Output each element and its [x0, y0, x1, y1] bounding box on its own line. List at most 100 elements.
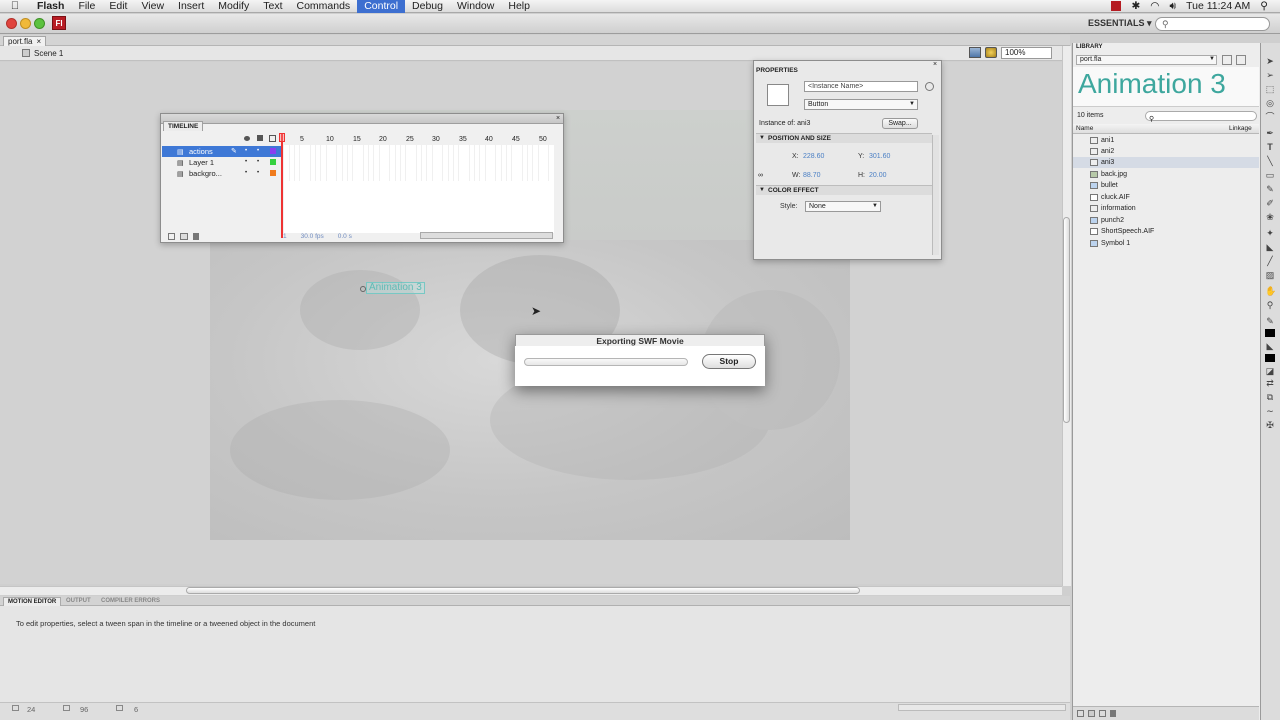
library-item[interactable]: ShortSpeech.AIF — [1073, 226, 1259, 237]
stop-button[interactable]: Stop — [702, 354, 756, 369]
visibility-dot[interactable]: • — [245, 159, 247, 165]
lock-dot[interactable]: • — [257, 159, 259, 165]
close-icon[interactable]: × — [36, 37, 41, 46]
library-search-input[interactable]: ⚲ — [1145, 111, 1257, 123]
lock-dot[interactable]: • — [257, 148, 259, 154]
close-window-button[interactable] — [6, 18, 17, 29]
fill-color-swatch[interactable] — [1265, 354, 1275, 362]
menu-app[interactable]: Flash — [30, 0, 71, 13]
y-value[interactable]: 301.60 — [869, 153, 890, 160]
instance-name-field[interactable]: <Instance Name> — [804, 81, 918, 92]
menu-text[interactable]: Text — [256, 0, 289, 13]
edit-scene-icon[interactable] — [969, 47, 981, 58]
rectangle-tool-icon[interactable]: ▭ — [1265, 170, 1275, 180]
stage[interactable] — [210, 240, 850, 540]
document-tab[interactable]: port.fla × — [3, 36, 47, 46]
timeline-scrollbar[interactable] — [420, 232, 553, 239]
eraser-tool-icon[interactable]: ▨ — [1265, 270, 1275, 280]
text-tool-icon[interactable]: T — [1265, 142, 1275, 152]
help-icon[interactable] — [925, 82, 934, 91]
deco-tool-icon[interactable]: ❀ — [1265, 212, 1275, 222]
library-item[interactable]: bullet — [1073, 180, 1259, 191]
eyedropper-tool-icon[interactable]: ╱ — [1265, 256, 1275, 266]
properties-scrollbar[interactable] — [932, 135, 939, 255]
tab-compiler-errors[interactable]: COMPILER ERRORS — [97, 597, 164, 606]
visibility-dot[interactable]: • — [245, 170, 247, 176]
zoom-tool-icon[interactable]: ⚲ — [1265, 300, 1275, 310]
tab-output[interactable]: OUTPUT — [62, 597, 95, 606]
w-value[interactable]: 88.70 — [803, 172, 821, 179]
stroke-color-icon[interactable]: ✎ — [1265, 316, 1275, 326]
stroke-color-swatch[interactable] — [1265, 329, 1275, 337]
properties-title[interactable]: PROPERTIES — [756, 67, 798, 74]
lock-layers-icon[interactable] — [257, 135, 263, 141]
library-item[interactable]: ani3 — [1073, 157, 1259, 168]
apple-menu-icon[interactable]:  — [0, 0, 30, 12]
new-folder-icon[interactable] — [1088, 710, 1095, 717]
expanded-graph-size-value[interactable]: 96 — [80, 705, 88, 714]
frame-rate[interactable]: 30.0 fps — [301, 233, 324, 240]
black-white-icon[interactable]: ◪ — [1265, 366, 1275, 376]
free-transform-tool-icon[interactable]: ⬚ — [1265, 84, 1275, 94]
fill-color-icon[interactable]: ◣ — [1265, 341, 1275, 351]
graph-size-value[interactable]: 24 — [27, 705, 35, 714]
layer-outline-color[interactable] — [270, 170, 276, 176]
outline-layers-icon[interactable] — [269, 135, 276, 142]
zoom-select[interactable]: 100% — [1001, 47, 1052, 59]
playhead-handle[interactable] — [279, 133, 285, 142]
paint-bucket-tool-icon[interactable]: ◣ — [1265, 242, 1275, 252]
new-library-panel-icon[interactable] — [1236, 55, 1246, 65]
menu-edit[interactable]: Edit — [102, 0, 134, 13]
zoom-window-button[interactable] — [34, 18, 45, 29]
volume-icon[interactable]: 🔊︎ — [1169, 0, 1176, 13]
pencil-tool-icon[interactable]: ✎ — [1265, 184, 1275, 194]
library-item[interactable]: cluck.AIF — [1073, 192, 1259, 203]
swap-button[interactable]: Swap... — [882, 118, 918, 129]
x-value[interactable]: 228.60 — [803, 153, 824, 160]
3d-rotation-tool-icon[interactable]: ◎ — [1265, 98, 1275, 108]
recording-icon[interactable] — [1111, 1, 1122, 11]
layer-outline-color[interactable] — [270, 159, 276, 165]
show-layers-icon[interactable] — [244, 136, 250, 141]
snap-to-objects-icon[interactable]: ⧉ — [1265, 392, 1275, 402]
menu-file[interactable]: File — [71, 0, 102, 13]
new-folder-icon[interactable] — [180, 233, 188, 240]
frame-empty-area[interactable] — [284, 181, 554, 233]
menu-clock[interactable]: Tue 11:24 AM — [1186, 0, 1250, 12]
spotlight-icon[interactable]: ⚲ — [1260, 0, 1268, 12]
menu-window[interactable]: Window — [450, 0, 501, 13]
panel-close-icon[interactable]: × — [556, 115, 560, 122]
h-value[interactable]: 20.00 — [869, 172, 887, 179]
menu-insert[interactable]: Insert — [171, 0, 211, 13]
menu-modify[interactable]: Modify — [211, 0, 256, 13]
bluetooth-icon[interactable]: ✱ — [1131, 0, 1140, 12]
column-name[interactable]: Name — [1076, 125, 1093, 132]
library-file-select[interactable]: port.fla — [1076, 55, 1217, 65]
menu-help[interactable]: Help — [501, 0, 537, 13]
lasso-tool-icon[interactable]: ⌒ — [1265, 112, 1275, 122]
line-tool-icon[interactable]: ╲ — [1265, 156, 1275, 166]
library-item[interactable]: back.jpg — [1073, 169, 1259, 180]
column-linkage[interactable]: Linkage — [1229, 125, 1252, 132]
library-item[interactable]: information — [1073, 203, 1259, 214]
menu-view[interactable]: View — [134, 0, 171, 13]
workspace-switcher[interactable]: ESSENTIALS ▾ — [1088, 18, 1152, 29]
bone-tool-icon[interactable]: ✦ — [1265, 228, 1275, 238]
straighten-icon[interactable]: ✠ — [1265, 420, 1275, 430]
playhead[interactable] — [281, 133, 283, 238]
timeline-tab[interactable]: TIMELINE — [163, 121, 204, 131]
menu-control[interactable]: Control — [357, 0, 406, 13]
brush-tool-icon[interactable]: ✐ — [1265, 198, 1275, 208]
layer-outline-color[interactable] — [270, 148, 276, 154]
menu-commands[interactable]: Commands — [290, 0, 358, 13]
library-item[interactable]: punch2 — [1073, 215, 1259, 226]
subselection-tool-icon[interactable]: ➢ — [1265, 70, 1275, 80]
link-icon[interactable]: ∞ — [758, 172, 763, 179]
pen-tool-icon[interactable]: ✒ — [1265, 128, 1275, 138]
edit-symbols-icon[interactable] — [985, 47, 997, 58]
delete-layer-icon[interactable] — [193, 233, 199, 240]
minimize-window-button[interactable] — [20, 18, 31, 29]
button-instance-animation-3[interactable]: Animation 3 — [366, 282, 425, 294]
scene-breadcrumb[interactable]: Scene 1 — [34, 49, 63, 58]
library-title[interactable]: LIBRARY — [1076, 44, 1102, 50]
